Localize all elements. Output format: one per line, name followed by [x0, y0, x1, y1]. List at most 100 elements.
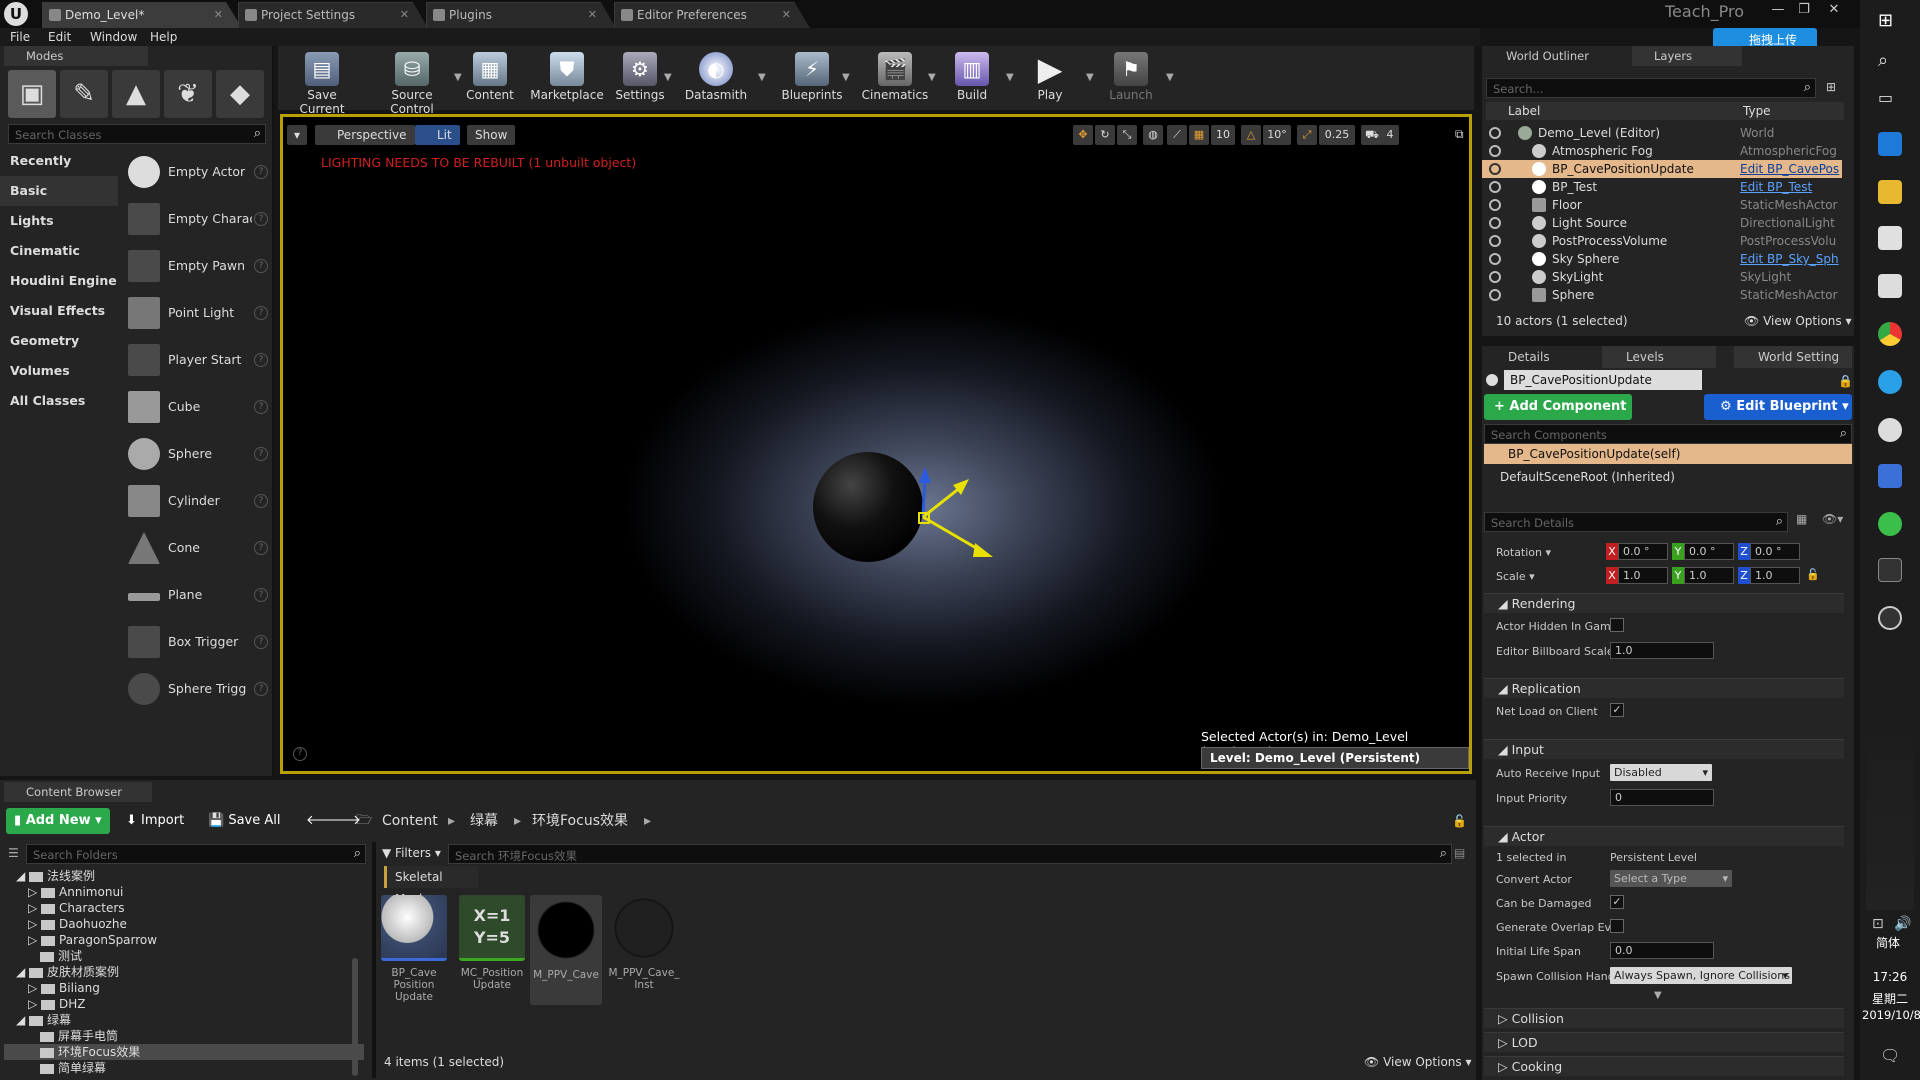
- category-all-classes[interactable]: All Classes: [0, 386, 118, 416]
- close-icon[interactable]: ✕: [782, 8, 791, 21]
- asset-mc-position-update[interactable]: X=1 Y=5 MC_Position Update: [456, 895, 528, 1005]
- asset-m-ppv-cave-inst[interactable]: M_PPV_Cave_ Inst: [608, 895, 680, 1005]
- rotation-y-field[interactable]: 0.0 °: [1684, 543, 1734, 560]
- chrome-icon[interactable]: [1878, 322, 1902, 346]
- outliner-row[interactable]: PostProcessVolume PostProcessVolu: [1482, 232, 1842, 250]
- visibility-icon[interactable]: [1489, 181, 1501, 193]
- mail-icon[interactable]: [1878, 274, 1902, 298]
- filter-chip-skeletal-mesh[interactable]: Skeletal Mesh: [384, 866, 478, 906]
- visibility-icon[interactable]: [1489, 217, 1501, 229]
- cinematics-button[interactable]: 🎬 Cinematics: [856, 50, 934, 108]
- world-local-icon[interactable]: ◍: [1143, 125, 1163, 145]
- help-icon[interactable]: ?: [254, 212, 268, 226]
- close-icon[interactable]: ✕: [588, 8, 597, 21]
- save-all-button[interactable]: 💾 Save All: [208, 808, 281, 834]
- help-icon[interactable]: ?: [293, 747, 307, 761]
- folder-item[interactable]: ▷ Annimonui: [4, 884, 364, 900]
- place-item-empty-pawn[interactable]: Empty Pawn?: [124, 244, 272, 291]
- breadcrumb-green-screen[interactable]: 绿幕: [470, 808, 498, 834]
- net-load-checkbox[interactable]: ✓: [1610, 703, 1624, 717]
- breadcrumb-separator-icon[interactable]: ▸: [448, 808, 455, 834]
- camera-speed-value[interactable]: 4: [1381, 125, 1399, 145]
- add-component-button[interactable]: + Add Component: [1484, 394, 1632, 420]
- place-item-player-start[interactable]: Player Start?: [124, 338, 272, 385]
- help-icon[interactable]: ?: [254, 635, 268, 649]
- tab-content-browser[interactable]: Content Browser: [4, 782, 152, 802]
- folder-item[interactable]: ▷ DHZ: [4, 996, 364, 1012]
- help-icon[interactable]: ?: [254, 259, 268, 273]
- breadcrumb-separator-icon[interactable]: ▸: [644, 808, 651, 834]
- section-lod[interactable]: ▷ LOD: [1484, 1032, 1844, 1052]
- tab-demo-level[interactable]: Demo_Level* ✕: [42, 2, 242, 28]
- asset-m-ppv-cave-selected[interactable]: M_PPV_Cave: [530, 895, 602, 1005]
- place-item-empty-actor[interactable]: Empty Actor?: [124, 150, 272, 197]
- folder-scrollbar[interactable]: [352, 958, 358, 1076]
- folder-item[interactable]: 简单绿幕: [4, 1060, 364, 1076]
- help-icon[interactable]: ?: [254, 588, 268, 602]
- add-filter-icon[interactable]: ⊞: [1826, 80, 1836, 94]
- folder-item[interactable]: ▷ Daohuozhe: [4, 916, 364, 932]
- search-folders-input[interactable]: Search Folders ⌕: [26, 844, 366, 864]
- convert-actor-select[interactable]: Select a Type: [1610, 870, 1732, 887]
- translate-tool-icon[interactable]: ✥: [1073, 125, 1093, 145]
- close-icon[interactable]: ✕: [214, 8, 223, 21]
- tab-world-outliner[interactable]: World Outliner: [1484, 46, 1626, 66]
- folder-item[interactable]: ▷ Biliang: [4, 980, 364, 996]
- place-item-sphere[interactable]: Sphere?: [124, 432, 272, 479]
- category-recently-placed[interactable]: Recently Placed: [0, 146, 118, 198]
- outliner-view-options[interactable]: 👁 View Options ▾: [1744, 314, 1852, 328]
- category-geometry[interactable]: Geometry: [0, 326, 118, 356]
- save-current-button[interactable]: ▤ Save Current: [284, 50, 360, 116]
- folder-item[interactable]: 测试: [4, 948, 364, 964]
- visibility-icon[interactable]: [1489, 163, 1501, 175]
- network-icon[interactable]: ⊡: [1872, 916, 1884, 932]
- visibility-icon[interactable]: [1489, 127, 1501, 139]
- minimize-icon[interactable]: —: [1764, 0, 1792, 22]
- datasmith-button[interactable]: ◐ Datasmith: [680, 50, 752, 108]
- restore-icon[interactable]: ❐: [1790, 0, 1818, 22]
- category-visual-effects[interactable]: Visual Effects: [0, 296, 118, 326]
- menu-edit[interactable]: Edit: [48, 28, 71, 46]
- show-button[interactable]: Show: [467, 125, 516, 145]
- search-classes-input[interactable]: Search Classes ⌕: [8, 124, 266, 144]
- breadcrumb-content[interactable]: Content: [382, 808, 438, 834]
- place-item-cube[interactable]: Cube?: [124, 385, 272, 432]
- section-cooking[interactable]: ▷ Cooking: [1484, 1056, 1844, 1076]
- splitter[interactable]: [372, 842, 376, 1078]
- outliner-row[interactable]: BP_Test Edit BP_Test: [1482, 178, 1842, 196]
- search-icon[interactable]: ⌕: [1878, 50, 1902, 74]
- grid-snap-value[interactable]: 10: [1211, 125, 1235, 145]
- notification-icon[interactable]: 🗨: [1880, 1046, 1900, 1065]
- scale-y-field[interactable]: 1.0: [1684, 567, 1734, 584]
- visibility-icon[interactable]: [1489, 145, 1501, 157]
- camera-speed-icon[interactable]: ⛟: [1361, 125, 1383, 145]
- tab-editor-preferences[interactable]: Editor Preferences ✕: [614, 2, 810, 28]
- paint-mode-icon[interactable]: ✎: [60, 70, 108, 118]
- expand-advanced-icon[interactable]: ▼: [1654, 990, 1662, 1001]
- folder-item[interactable]: ▷ ParagonSparrow: [4, 932, 364, 948]
- place-item-sphere-trigger[interactable]: Sphere Trigg?: [124, 667, 272, 714]
- folder-item-selected[interactable]: 环境Focus效果: [4, 1044, 364, 1060]
- rotation-label[interactable]: Rotation ▾: [1496, 546, 1551, 559]
- place-mode-icon[interactable]: ▣: [8, 70, 56, 118]
- edge-browser-icon[interactable]: [1878, 132, 1902, 156]
- folder-item[interactable]: ◢ 绿幕: [4, 1012, 364, 1028]
- help-icon[interactable]: ?: [254, 165, 268, 179]
- category-cinematic[interactable]: Cinematic: [0, 236, 118, 266]
- place-item-empty-character[interactable]: Empty Charac?: [124, 197, 272, 244]
- help-icon[interactable]: ?: [254, 353, 268, 367]
- grid-snap-icon[interactable]: ▦: [1189, 125, 1209, 145]
- generate-overlap-checkbox[interactable]: [1610, 919, 1624, 933]
- rotation-snap-icon[interactable]: △: [1241, 125, 1261, 145]
- play-dropdown-icon[interactable]: ▼: [1086, 72, 1094, 83]
- task-view-icon[interactable]: ▭: [1878, 88, 1902, 112]
- volume-icon[interactable]: 🔊: [1894, 916, 1911, 932]
- tab-project-settings[interactable]: Project Settings ✕: [238, 2, 428, 28]
- menu-window[interactable]: Window: [90, 28, 137, 46]
- wechat-icon[interactable]: [1878, 512, 1902, 536]
- scale-snap-value[interactable]: 0.25: [1319, 125, 1355, 145]
- blueprints-dropdown-icon[interactable]: ▼: [842, 72, 850, 83]
- file-explorer-icon[interactable]: [1878, 180, 1902, 204]
- place-item-box-trigger[interactable]: Box Trigger?: [124, 620, 272, 667]
- clock-date[interactable]: 2019/10/8: [1862, 1008, 1920, 1022]
